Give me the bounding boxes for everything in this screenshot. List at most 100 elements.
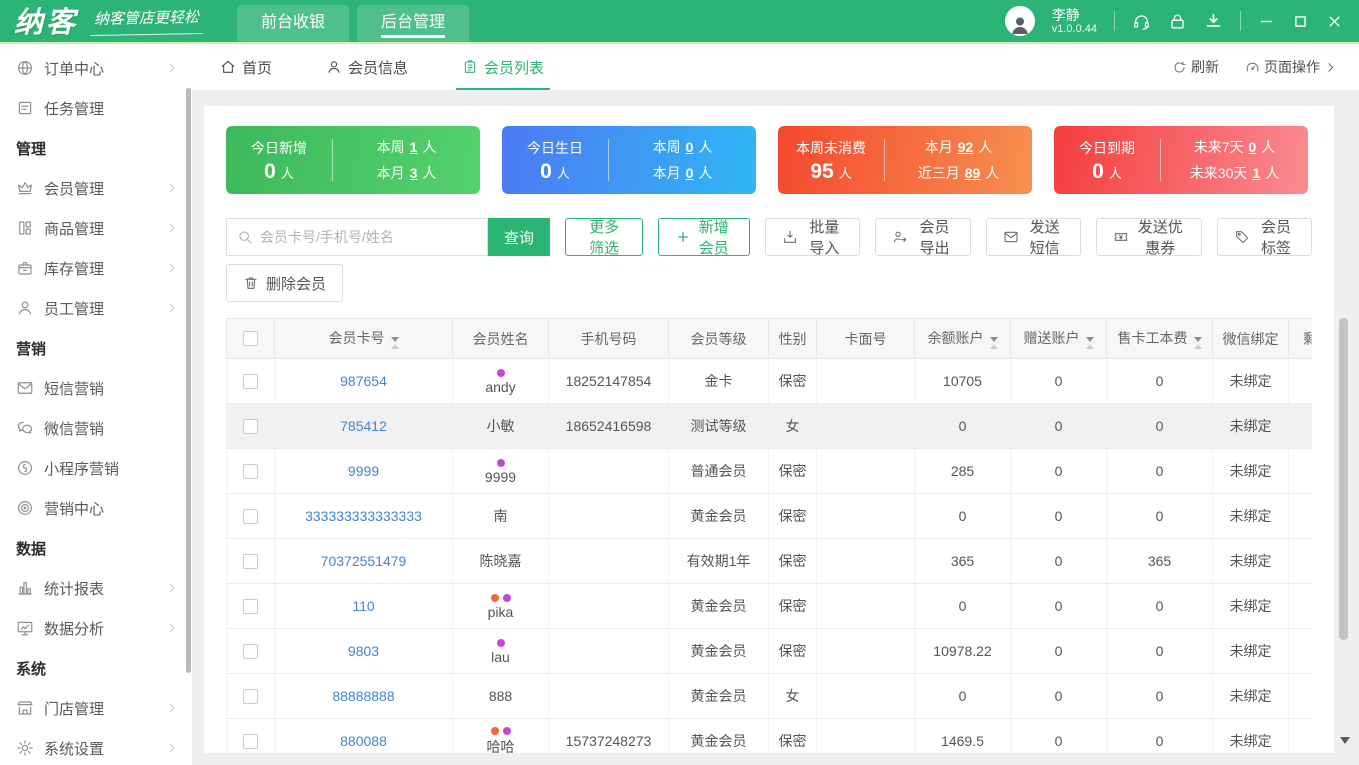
member-name: 哈哈 xyxy=(486,738,515,754)
sidebar-item-monitor[interactable]: 数据分析 xyxy=(0,608,192,648)
download-icon[interactable] xyxy=(1204,12,1223,31)
close-button[interactable] xyxy=(1326,13,1343,30)
app-tagline: 纳客管店更轻松 xyxy=(89,6,204,36)
table-row: 987654 andy 18252147854 金卡 保密 10705 0 0 未绑定 xyxy=(226,358,1312,404)
search-input[interactable] xyxy=(260,229,477,245)
table-scrollbar[interactable] xyxy=(1339,318,1348,640)
tag-dot xyxy=(490,726,499,735)
tab-list[interactable]: 会员列表 xyxy=(456,44,551,90)
sidebar: 订单中心 任务管理 管理 会员管理 商品管理 库存管理 员工管理 营销 短信营销 微信营销 小程序营… xyxy=(0,44,192,765)
select-all-checkbox[interactable] xyxy=(243,331,258,346)
sidebar-item-barchart[interactable]: 统计报表 xyxy=(0,568,192,608)
maximize-button[interactable] xyxy=(1292,13,1309,30)
sidebar-item-inventory[interactable]: 库存管理 xyxy=(0,248,192,288)
detail-value: 92 xyxy=(957,139,974,155)
sidebar-scrollbar[interactable] xyxy=(186,88,191,673)
titlebar-right: 李静 v1.0.0.44 xyxy=(1004,0,1359,42)
sort-desc-caret xyxy=(1085,337,1094,342)
refresh-button[interactable]: 刷新 xyxy=(1172,57,1219,77)
sidebar-item-store[interactable]: 门店管理 xyxy=(0,688,192,728)
sidebar-item-person[interactable]: 员工管理 xyxy=(0,288,192,328)
stat-card-detail-row: 本月 92 人 xyxy=(925,137,993,157)
sidebar-item-wechat[interactable]: 微信营销 xyxy=(0,408,192,448)
column-header-balance[interactable]: 余额账户 xyxy=(914,318,1011,359)
sort-icon[interactable] xyxy=(1085,337,1094,349)
sidebar-item-label: 门店管理 xyxy=(44,700,105,718)
tab-user[interactable]: 会员信息 xyxy=(326,44,408,90)
column-header-card_fee[interactable]: 售卡工本费 xyxy=(1106,318,1213,359)
sidebar-item-gear[interactable]: 系统设置 xyxy=(0,728,192,765)
mode-tab-backoffice[interactable]: 后台管理 xyxy=(357,5,470,42)
row-checkbox[interactable] xyxy=(243,598,258,614)
row-checkbox[interactable] xyxy=(243,688,258,704)
scroll-down-arrow-icon[interactable] xyxy=(1340,737,1350,744)
cell-phone: 15737248273 xyxy=(548,718,669,753)
member-name: andy xyxy=(485,378,516,395)
sidebar-item-miniapp[interactable]: 小程序营销 xyxy=(0,448,192,488)
column-header-gift[interactable]: 赠送账户 xyxy=(1010,318,1107,359)
member-card-link[interactable]: 987654 xyxy=(340,373,387,389)
member-card-link[interactable]: 70372551479 xyxy=(321,553,407,569)
member-card-link[interactable]: 9999 xyxy=(348,463,379,479)
mode-tab-cashier[interactable]: 前台收银 xyxy=(237,5,350,42)
column-label: 性别 xyxy=(778,330,807,347)
row-checkbox[interactable] xyxy=(243,463,258,479)
member-card-link[interactable]: 785412 xyxy=(340,418,387,434)
send-coupon-button[interactable]: 发送优惠券 xyxy=(1095,218,1202,257)
sort-icon[interactable] xyxy=(989,337,998,349)
sidebar-item-crown[interactable]: 会员管理 xyxy=(0,168,192,208)
stat-card-detail-row: 本周 1 人 xyxy=(377,137,437,157)
cell-card_fee: 0 xyxy=(1106,358,1213,404)
member-card-link[interactable]: 110 xyxy=(352,598,374,614)
batch-import-button[interactable]: 批量导入 xyxy=(765,218,861,257)
sort-asc-caret xyxy=(1193,344,1202,349)
member-export-button[interactable]: 会员导出 xyxy=(875,218,971,257)
member-card-link[interactable]: 9803 xyxy=(348,643,379,659)
delete-member-button[interactable]: 删除会员 xyxy=(226,264,344,302)
row-checkbox[interactable] xyxy=(243,418,258,434)
cell-level: 黄金会员 xyxy=(668,673,769,719)
sidebar-item-target[interactable]: 营销中心 xyxy=(0,488,192,528)
member-tag-dots xyxy=(453,593,548,602)
sort-desc-caret xyxy=(390,337,399,342)
button-label: 批量导入 xyxy=(809,219,840,257)
member-card-link[interactable]: 333333333333333 xyxy=(305,508,422,524)
list-icon xyxy=(462,59,478,75)
sidebar-item-goods[interactable]: 商品管理 xyxy=(0,208,192,248)
chevron-right-icon xyxy=(166,622,178,634)
send-sms-button[interactable]: 发送短信 xyxy=(985,218,1081,257)
column-header-card_no[interactable]: 会员卡号 xyxy=(274,318,453,359)
stat-card-detail-row: 本月 0 人 xyxy=(653,163,713,183)
cell-balance: 10705 xyxy=(914,358,1011,404)
sort-icon[interactable] xyxy=(390,337,399,349)
sidebar-item-globe[interactable]: 订单中心 xyxy=(0,48,192,88)
toolbar-row1: 查询 更多筛选 新增会员 批量导入 会员导出 发送短信 发送优惠券 会员标签 xyxy=(226,218,1313,257)
sort-icon[interactable] xyxy=(1193,337,1202,349)
avatar xyxy=(1004,6,1035,36)
search-button[interactable]: 查询 xyxy=(488,218,550,256)
row-checkbox[interactable] xyxy=(243,373,258,389)
page-operations-button[interactable]: 页面操作 xyxy=(1245,57,1337,77)
detail-value: 0 xyxy=(1248,139,1257,155)
row-checkbox[interactable] xyxy=(243,733,258,749)
row-checkbox[interactable] xyxy=(243,553,258,569)
sidebar-item-clipboard[interactable]: 任务管理 xyxy=(0,88,192,128)
member-tag-button[interactable]: 会员标签 xyxy=(1216,218,1313,257)
more-filters-button[interactable]: 更多筛选 xyxy=(565,218,644,257)
row-checkbox[interactable] xyxy=(243,508,258,524)
member-card-link[interactable]: 880088 xyxy=(340,733,387,749)
add-member-button[interactable]: 新增会员 xyxy=(658,218,751,257)
cell-gender: 保密 xyxy=(768,583,817,629)
tab-home[interactable]: 首页 xyxy=(220,44,272,90)
support-icon[interactable] xyxy=(1132,12,1151,31)
stat-card-detail-row: 未来30天 1 人 xyxy=(1190,163,1279,183)
stat-card-title: 今日到期 xyxy=(1079,140,1135,156)
sidebar-item-mail[interactable]: 短信营销 xyxy=(0,368,192,408)
row-checkbox[interactable] xyxy=(243,643,258,659)
minimize-button[interactable] xyxy=(1258,13,1275,30)
member-name: 南 xyxy=(493,508,508,524)
member-card-link[interactable]: 88888888 xyxy=(332,688,394,704)
stat-card-1: 今日生日 0 人本周 0 人本月 0 人 xyxy=(502,126,756,194)
lock-icon[interactable] xyxy=(1168,12,1187,31)
cell-card_fee: 0 xyxy=(1106,448,1213,494)
